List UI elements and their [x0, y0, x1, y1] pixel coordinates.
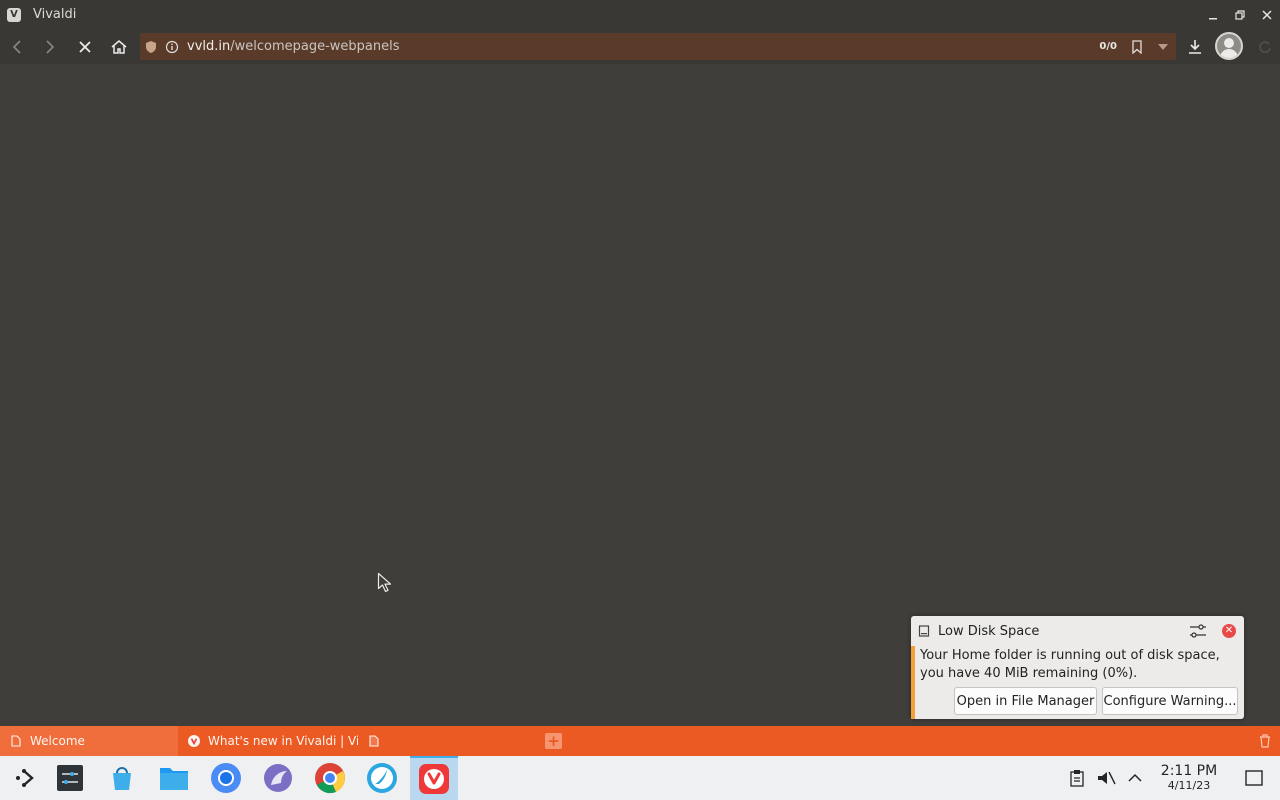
downloads-button[interactable]: [1182, 34, 1208, 60]
clock-date: 4/11/23: [1167, 779, 1211, 792]
document-icon: [10, 735, 22, 747]
tab-welcome[interactable]: Welcome: [0, 726, 178, 756]
forward-button[interactable]: [37, 34, 63, 60]
home-icon: [111, 40, 127, 54]
tray-expand-button[interactable]: [1125, 768, 1145, 788]
drive-icon: [918, 625, 930, 637]
application-launcher-icon: [16, 769, 34, 787]
volume-tray[interactable]: [1096, 768, 1116, 788]
vivaldi-icon: [419, 764, 449, 794]
tab-label: Welcome: [30, 734, 85, 748]
document-icon: [368, 735, 380, 747]
application-launcher-button[interactable]: [0, 756, 48, 800]
user-icon: [1220, 38, 1238, 58]
close-button[interactable]: [1253, 0, 1280, 29]
stop-icon: [79, 41, 91, 53]
discover-store-icon: [113, 767, 131, 790]
notification-body-line: you have 40 MiB remaining (0%).: [920, 666, 1138, 681]
browser-toolbar: vvld.in/welcomepage-webpanels 0/0: [0, 29, 1280, 64]
plus-icon: +: [547, 732, 560, 750]
notification-body: Your Home folder is running out of disk …: [920, 647, 1240, 683]
window-titlebar: V Vivaldi: [0, 0, 1280, 29]
new-tab-button[interactable]: +: [545, 733, 562, 749]
show-desktop-icon: [1245, 770, 1263, 786]
download-icon: [1189, 40, 1201, 54]
restore-button[interactable]: [1226, 0, 1253, 29]
window-controls: [1199, 0, 1280, 29]
restore-icon: [1234, 9, 1245, 20]
tab-whats-new[interactable]: What's new in Vivaldi | Vi: [178, 726, 358, 756]
taskbar-chrome[interactable]: [306, 756, 354, 800]
web-browser-icon: [264, 764, 292, 792]
chevron-up-icon: [1128, 773, 1142, 782]
back-icon: [12, 40, 21, 54]
system-settings-icon: [57, 765, 83, 791]
tab-bar: Welcome What's new in Vivaldi | Vi +: [0, 726, 1280, 756]
notification-title: Low Disk Space: [938, 623, 1040, 639]
site-info-icon[interactable]: [165, 40, 179, 54]
notification-header: Low Disk Space ✕: [911, 616, 1244, 646]
open-in-file-manager-button[interactable]: Open in File Manager: [954, 687, 1097, 715]
taskbar-system-settings[interactable]: [46, 756, 94, 800]
url-path: /welcomepage-webpanels: [230, 39, 400, 54]
blocker-counter[interactable]: 0/0: [1099, 41, 1117, 52]
low-disk-space-notification: Low Disk Space ✕ Your Home folder is run…: [911, 616, 1244, 719]
close-icon: ✕: [1224, 625, 1234, 636]
configure-warning-button[interactable]: Configure Warning...: [1102, 687, 1238, 715]
vivaldi-logo-icon: V: [7, 7, 21, 22]
vivaldi-icon: [188, 735, 200, 747]
taskbar-vivaldi[interactable]: [410, 756, 458, 800]
taskbar-web-browser[interactable]: [254, 756, 302, 800]
home-button[interactable]: [106, 34, 132, 60]
settings-sliders-icon[interactable]: [1189, 623, 1207, 639]
extensions-button[interactable]: [1252, 34, 1278, 60]
window-title: Vivaldi: [33, 7, 77, 22]
close-icon: [1261, 9, 1272, 20]
notification-accent-bar: [911, 646, 915, 719]
profile-avatar[interactable]: [1215, 32, 1243, 60]
taskbar-file-manager[interactable]: [150, 756, 198, 800]
bookmark-icon[interactable]: [1131, 39, 1143, 54]
address-bar[interactable]: vvld.in/welcomepage-webpanels 0/0: [140, 33, 1176, 60]
falkon-browser-icon: [367, 763, 397, 793]
clock-time: 2:11 PM: [1160, 763, 1218, 779]
tab-blank[interactable]: [358, 726, 538, 756]
chrome-icon: [315, 763, 345, 794]
url-host: vvld.in: [187, 39, 231, 54]
taskbar-discover[interactable]: [98, 756, 146, 800]
clipboard-tray[interactable]: [1067, 768, 1087, 788]
forward-icon: [46, 40, 55, 54]
notification-close-button[interactable]: ✕: [1222, 624, 1236, 638]
url-text[interactable]: vvld.in/welcomepage-webpanels: [187, 39, 400, 54]
chromium-icon: [211, 763, 241, 793]
shield-icon[interactable]: [145, 40, 157, 54]
minimize-icon: [1208, 17, 1217, 19]
stop-button[interactable]: [72, 34, 98, 60]
minimize-button[interactable]: [1199, 0, 1226, 29]
taskbar-falkon[interactable]: [358, 756, 406, 800]
reload-icon: [1259, 41, 1271, 53]
address-bar-actions: 0/0: [1099, 33, 1176, 60]
volume-muted-icon: [1098, 771, 1116, 785]
taskbar-chromium[interactable]: [202, 756, 250, 800]
digital-clock[interactable]: 2:11 PM 4/11/23: [1152, 763, 1226, 792]
mouse-cursor-icon: [377, 572, 392, 593]
tab-label: What's new in Vivaldi | Vi: [208, 734, 358, 748]
system-taskbar: 2:11 PM 4/11/23: [0, 756, 1280, 800]
trash-icon[interactable]: [1257, 733, 1273, 749]
clipboard-icon: [1070, 770, 1084, 787]
file-manager-icon: [160, 768, 188, 790]
notification-body-line: Your Home folder is running out of disk …: [920, 648, 1220, 663]
chevron-down-icon[interactable]: [1157, 43, 1169, 51]
back-button[interactable]: [4, 34, 30, 60]
show-desktop-button[interactable]: [1244, 768, 1264, 788]
